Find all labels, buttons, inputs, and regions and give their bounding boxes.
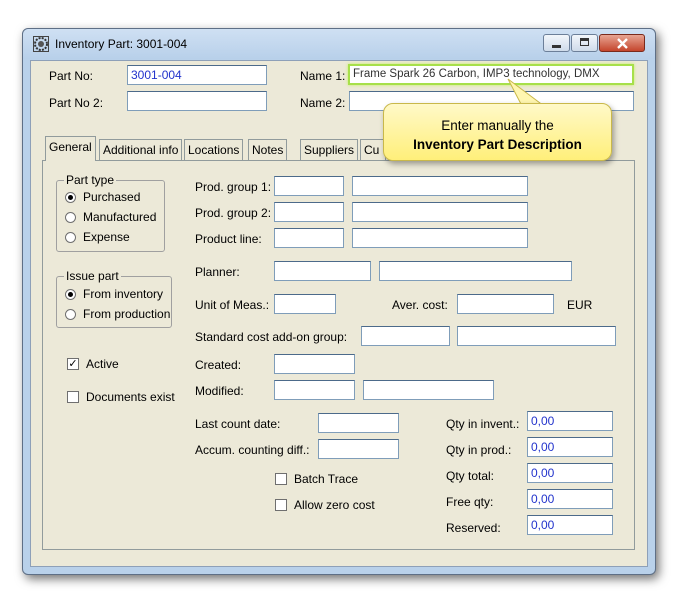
aver-cost-label: Aver. cost: xyxy=(392,298,448,312)
window-title: Inventory Part: 3001-004 xyxy=(55,37,188,51)
modified-date-input[interactable] xyxy=(274,380,355,400)
active-label: Active xyxy=(86,357,119,371)
close-button[interactable] xyxy=(599,34,645,52)
maximize-icon xyxy=(580,38,589,46)
batch-trace-label: Batch Trace xyxy=(294,472,359,486)
created-input[interactable] xyxy=(274,354,355,374)
tab-general[interactable]: General xyxy=(45,136,96,161)
qty-total-value: 0,00 xyxy=(527,463,613,483)
modified-label: Modified: xyxy=(195,384,244,398)
planner-code-input[interactable] xyxy=(274,261,371,281)
prod-group2-code-input[interactable] xyxy=(274,202,344,222)
callout-line1: Enter manually the xyxy=(441,118,554,133)
tab-notes[interactable]: Notes xyxy=(248,139,288,160)
from-production-label: From production xyxy=(83,307,171,321)
free-qty-value: 0,00 xyxy=(527,489,613,509)
from-inventory-label: From inventory xyxy=(83,287,164,301)
created-label: Created: xyxy=(195,358,242,372)
prod-group2-label: Prod. group 2: xyxy=(195,206,272,220)
documents-exist-label: Documents exist xyxy=(86,390,175,404)
qty-in-invent-label: Qty in invent.: xyxy=(446,417,520,431)
prod-group2-desc-input[interactable] xyxy=(352,202,528,222)
planner-desc-input[interactable] xyxy=(379,261,572,281)
from-production-radio[interactable] xyxy=(65,309,76,320)
issue-part-legend: Issue part xyxy=(64,269,121,283)
prod-group1-label: Prod. group 1: xyxy=(195,180,272,194)
std-cost-label: Standard cost add-on group: xyxy=(195,330,348,344)
manufactured-label: Manufactured xyxy=(83,210,157,224)
name2-label: Name 2: xyxy=(300,96,346,110)
purchased-radio[interactable] xyxy=(65,192,76,203)
title-bar[interactable]: Inventory Part: 3001-004 xyxy=(23,29,655,59)
qty-in-prod-label: Qty in prod.: xyxy=(446,443,512,457)
currency-label: EUR xyxy=(567,298,593,312)
qty-total-label: Qty total: xyxy=(446,469,495,483)
reserved-label: Reserved: xyxy=(446,521,501,535)
maximize-button[interactable] xyxy=(571,34,598,52)
callout-line2: Inventory Part Description xyxy=(413,137,582,152)
prod-group1-code-input[interactable] xyxy=(274,176,344,196)
part-no2-label: Part No 2: xyxy=(49,96,104,110)
gear-icon xyxy=(33,36,49,52)
part-no-input[interactable]: 3001-004 xyxy=(127,65,267,85)
active-checkbox[interactable]: ✓ xyxy=(67,358,79,370)
from-inventory-radio[interactable] xyxy=(65,289,76,300)
qty-in-invent-value: 0,00 xyxy=(527,411,613,431)
part-no-label: Part No: xyxy=(49,69,94,83)
accum-counting-diff-input[interactable] xyxy=(318,439,399,459)
allow-zero-cost-checkbox[interactable] xyxy=(275,499,287,511)
purchased-label: Purchased xyxy=(83,190,141,204)
modified-by-input[interactable] xyxy=(363,380,494,400)
minimize-icon xyxy=(552,45,561,48)
unit-of-measure-input[interactable] xyxy=(274,294,336,314)
planner-label: Planner: xyxy=(195,265,240,279)
close-icon xyxy=(617,38,628,49)
callout-tooltip: Enter manually the Inventory Part Descri… xyxy=(383,103,612,161)
qty-in-prod-value: 0,00 xyxy=(527,437,613,457)
manufactured-radio[interactable] xyxy=(65,212,76,223)
last-count-date-label: Last count date: xyxy=(195,417,281,431)
std-cost-desc-input[interactable] xyxy=(457,326,616,346)
accum-counting-diff-label: Accum. counting diff.: xyxy=(195,443,310,457)
tab-suppliers[interactable]: Suppliers xyxy=(300,139,359,160)
minimize-button[interactable] xyxy=(543,34,570,52)
batch-trace-checkbox[interactable] xyxy=(275,473,287,485)
std-cost-code-input[interactable] xyxy=(361,326,450,346)
product-line-label: Product line: xyxy=(195,232,262,246)
expense-radio[interactable] xyxy=(65,232,76,243)
name1-input[interactable]: Frame Spark 26 Carbon, IMP3 technology, … xyxy=(348,64,634,85)
tab-additional-info[interactable]: Additional info xyxy=(99,139,183,160)
free-qty-label: Free qty: xyxy=(446,495,494,509)
aver-cost-input[interactable] xyxy=(457,294,554,314)
documents-exist-checkbox[interactable] xyxy=(67,391,79,403)
part-no2-input[interactable] xyxy=(127,91,267,111)
allow-zero-cost-label: Allow zero cost xyxy=(294,498,375,512)
product-line-code-input[interactable] xyxy=(274,228,344,248)
last-count-date-input[interactable] xyxy=(318,413,399,433)
unit-of-measure-label: Unit of Meas.: xyxy=(195,298,270,312)
name1-label: Name 1: xyxy=(300,69,346,83)
product-line-desc-input[interactable] xyxy=(352,228,528,248)
part-type-legend: Part type xyxy=(64,173,117,187)
reserved-value: 0,00 xyxy=(527,515,613,535)
tab-locations[interactable]: Locations xyxy=(184,139,244,160)
prod-group1-desc-input[interactable] xyxy=(352,176,528,196)
expense-label: Expense xyxy=(83,230,130,244)
